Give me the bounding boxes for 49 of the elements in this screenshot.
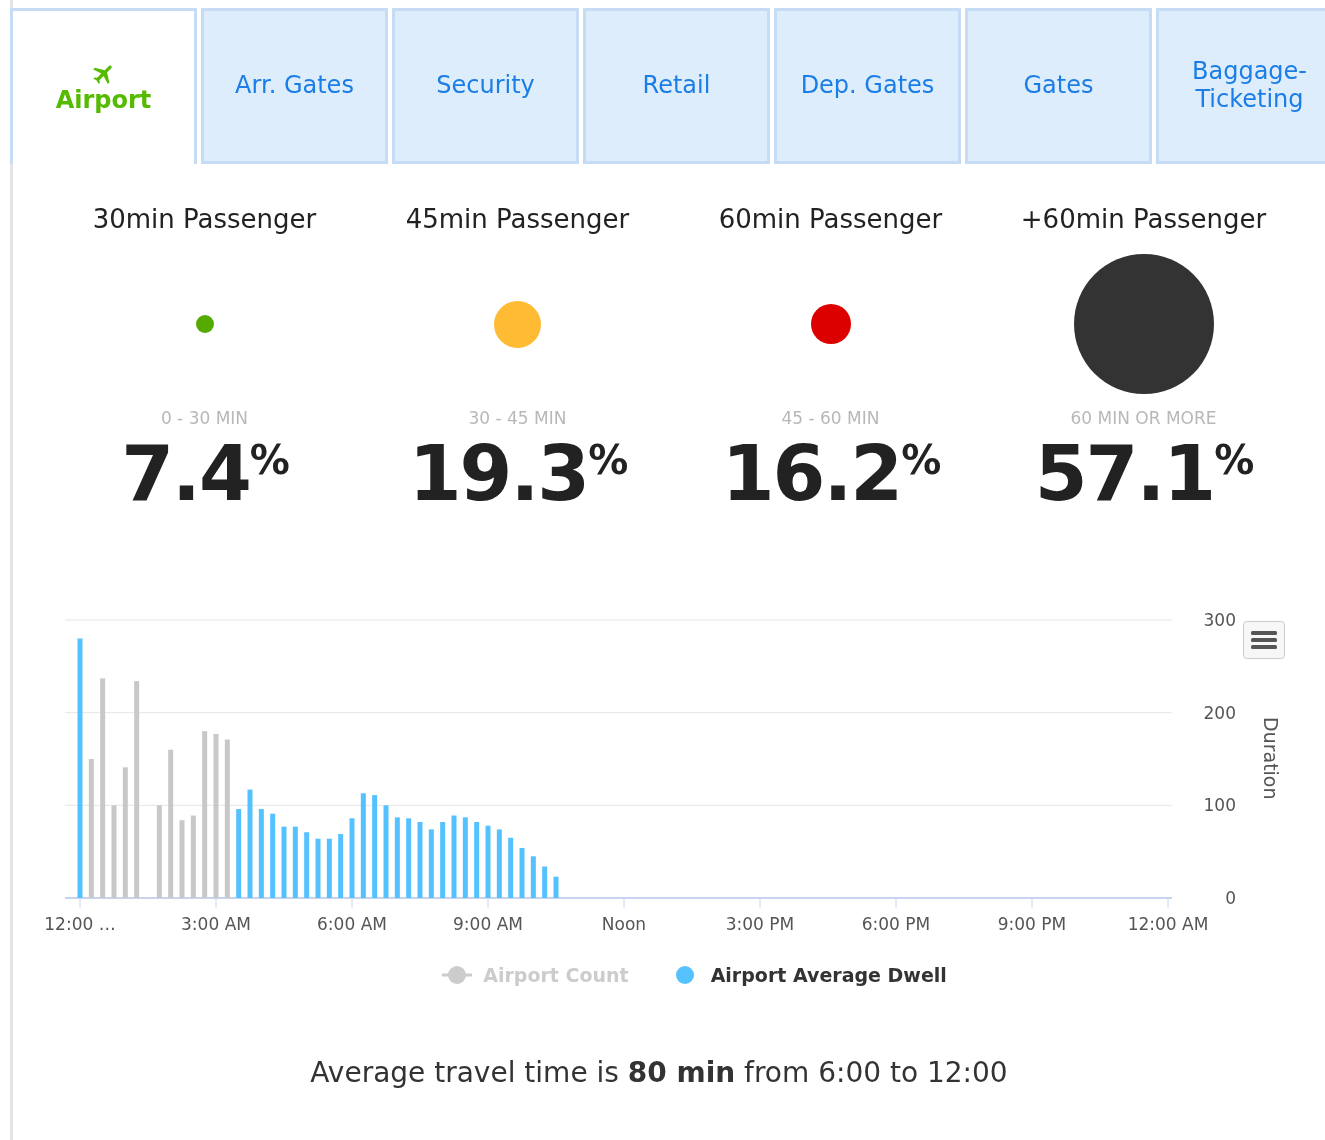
bar [542, 866, 548, 899]
axis-tick-label: 300 [1203, 610, 1236, 631]
axis-tick-label: 200 [1203, 702, 1236, 723]
bar [496, 829, 502, 899]
axis-tick-label: 9:00 PM [997, 914, 1067, 935]
bar [508, 837, 514, 899]
range-label: 45 - 60 MIN [781, 408, 880, 428]
axis-tick-label: Noon [601, 914, 647, 935]
tab[interactable]: Retail [583, 8, 770, 164]
stat-title: 30min Passenger [92, 204, 317, 236]
bar [428, 829, 434, 899]
axis-tick-label: 3:00 PM [725, 914, 795, 935]
legend-marker-icon [441, 965, 474, 986]
bar [326, 838, 332, 899]
axis-tick-label: 12:00 AM [1127, 914, 1209, 935]
axis-tick-label: 6:00 AM [317, 914, 387, 935]
axis-tick-label: 9:00 AM [453, 914, 523, 935]
tab[interactable]: Security [392, 8, 579, 164]
legend-item[interactable]: Airport Average Dwell [668, 964, 947, 987]
stat-title: 60min Passenger [718, 204, 943, 236]
range-label: 60 MIN OR MORE [1070, 408, 1217, 428]
tab[interactable]: Baggage-Ticketing [1156, 8, 1325, 164]
percentage-value: 57.1$^{%}$ [1034, 428, 1253, 520]
bar [338, 834, 344, 899]
bar [519, 848, 525, 899]
summary-text: Average travel time is 80 min from 6:00 to 12:00 [309, 1056, 1009, 1090]
bar [304, 832, 310, 899]
bar [530, 856, 536, 899]
axis-title: Duration [1260, 717, 1282, 800]
range-label: 0 - 30 MIN [160, 408, 249, 428]
axis-tick-label: 12:00 … [44, 914, 116, 935]
axis-tick-label: 0 [1225, 888, 1236, 909]
percentage-value: 16.2$^{%}$ [721, 428, 940, 520]
tab[interactable]: Dep. Gates [774, 8, 961, 164]
axis-tick-label: 3:00 AM [181, 914, 251, 935]
range-label: 30 - 45 MIN [468, 408, 567, 428]
menu-button[interactable] [1243, 621, 1285, 660]
tab[interactable]: Gates [965, 8, 1152, 164]
bar [315, 838, 321, 899]
stat-title: +60min Passenger [1020, 204, 1267, 236]
axis-tick-label: 100 [1203, 795, 1236, 816]
menu-icon [1251, 630, 1277, 651]
percentage-value: 7.4$^{%}$ [121, 428, 288, 520]
bar [553, 876, 559, 899]
tab[interactable]: Arr. Gates [201, 8, 388, 164]
percentage-value: 19.3$^{%}$ [408, 428, 627, 520]
tab[interactable]: Airport [10, 8, 197, 164]
axis-tick-label: 6:00 PM [861, 914, 931, 935]
stat-title: 45min Passenger [405, 204, 630, 236]
